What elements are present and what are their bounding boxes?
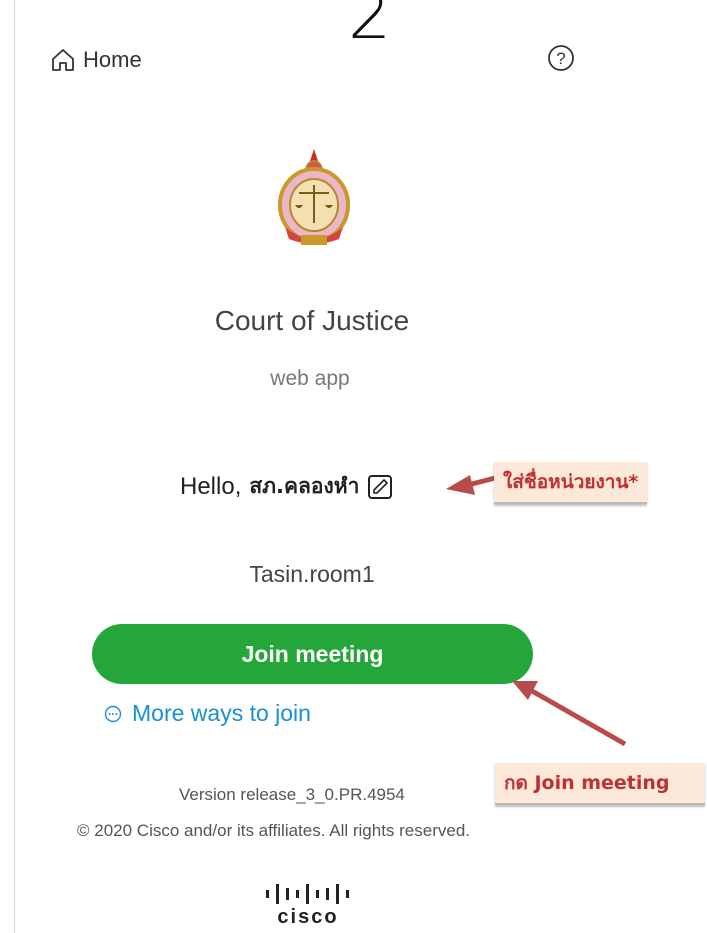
- court-emblem-logo: [278, 149, 350, 245]
- copyright-text: © 2020 Cisco and/or its affiliates. All …: [77, 821, 471, 840]
- version-text: Version release_3_0.PR.4954: [179, 785, 405, 804]
- join-meeting-button[interactable]: Join meeting: [92, 624, 533, 684]
- edit-name-icon[interactable]: [367, 474, 393, 500]
- home-icon: [52, 49, 74, 71]
- organization-name: Court of Justice: [214, 305, 410, 336]
- svg-text:cisco: cisco: [277, 906, 338, 927]
- app-type-label: web app: [270, 367, 350, 390]
- more-ways-to-join-link[interactable]: More ways to join: [104, 700, 311, 727]
- name-hint-callout: ใส่ชื่อหน่วยงาน*: [494, 462, 648, 504]
- home-label: Home: [83, 47, 142, 72]
- help-icon[interactable]: ?: [547, 44, 575, 72]
- greeting-prefix: Hello,: [180, 472, 242, 500]
- left-divider: [14, 0, 15, 933]
- join-hint-callout: กด Join meeting: [495, 763, 705, 805]
- greeting: Hello, สภ.คลองหํา: [180, 470, 393, 503]
- more-ways-label: More ways to join: [132, 700, 311, 726]
- step-number: 2: [348, 0, 392, 55]
- circle-ellipsis-icon: [104, 705, 122, 722]
- cisco-logo: cisco: [266, 884, 349, 927]
- svg-text:?: ?: [556, 49, 565, 68]
- home-link[interactable]: Home: [49, 46, 142, 74]
- meeting-room-name: Tasin.room1: [249, 561, 375, 587]
- user-display-name: สภ.คลองหํา: [249, 474, 360, 498]
